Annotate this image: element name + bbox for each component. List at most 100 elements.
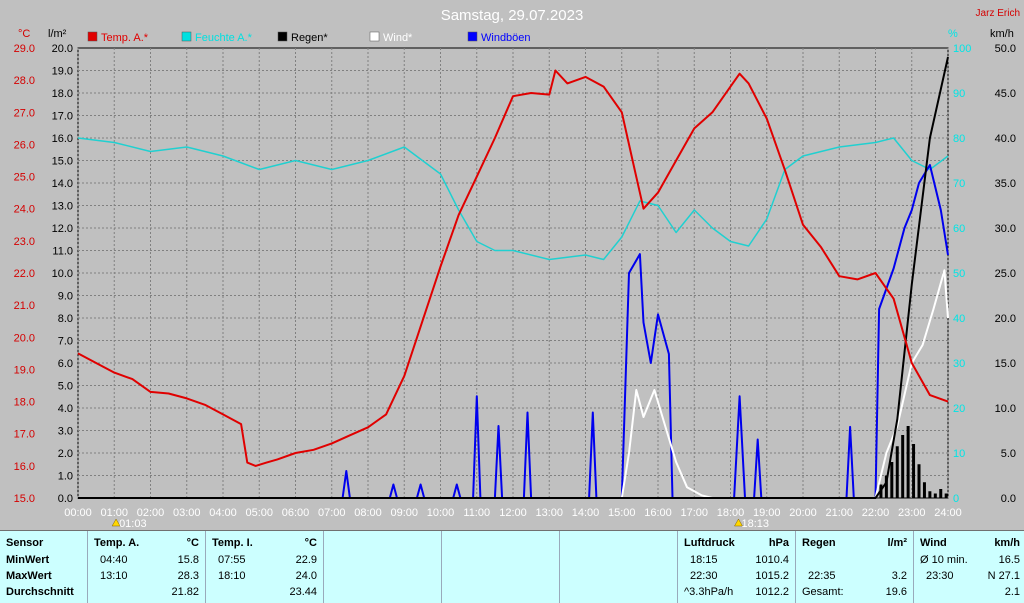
wind-axis-tick: 5.0 <box>1001 448 1016 460</box>
min-time: 07:55 <box>218 554 246 566</box>
x-tick-label: 08:00 <box>354 507 382 519</box>
legend-swatch <box>87 31 98 42</box>
max-value: N 27.1 <box>987 570 1020 582</box>
rain-axis-tick: 16.0 <box>52 133 73 145</box>
rain-axis-tick: 9.0 <box>58 291 73 303</box>
humidity-axis-tick: 90 <box>953 88 965 100</box>
group-unit: km/h <box>994 537 1020 549</box>
x-tick-label: 03:00 <box>173 507 201 519</box>
temp-axis-tick: 18.0 <box>14 397 35 409</box>
group-header: Luftdruck <box>684 537 735 549</box>
rain-axis-tick: 4.0 <box>58 403 73 415</box>
stats-group-wind: Wind km/h Ø 10 min. 16.5 23:30 N 27.1 2.… <box>914 531 1024 603</box>
stats-group-pressure: Luftdruck hPa 18:15 1010.4 22:30 1015.2 … <box>678 531 796 603</box>
statistics-table: Sensor MinWert MaxWert Durchschnitt Temp… <box>0 530 1024 603</box>
min-time: 18:15 <box>690 554 718 566</box>
time-marker-label: 18:13 <box>741 518 769 530</box>
total-value: 19.6 <box>885 586 907 598</box>
row-label-avg: Durchschnitt <box>6 586 74 598</box>
rain-bar <box>895 446 899 498</box>
rain-unit-label: l/m² <box>48 28 67 40</box>
avg-label: Ø 10 min. <box>920 554 968 566</box>
rain-bar <box>906 426 910 498</box>
x-tick-label: 22:00 <box>862 507 890 519</box>
humidity-axis-tick: 20 <box>953 403 965 415</box>
rain-axis-tick: 10.0 <box>52 268 73 280</box>
temp-axis-tick: 15.0 <box>14 493 35 505</box>
group-unit: hPa <box>768 537 789 549</box>
legend-swatch <box>467 31 478 42</box>
rain-axis-tick: 14.0 <box>52 178 73 190</box>
rain-axis-tick: 12.0 <box>52 223 73 235</box>
humidity-axis-tick: 100 <box>953 43 971 55</box>
legend-swatch <box>181 31 192 42</box>
rain-axis-tick: 13.0 <box>52 201 73 213</box>
sensor-column: Sensor MinWert MaxWert Durchschnitt <box>0 531 88 603</box>
wind-axis-tick: 45.0 <box>995 88 1016 100</box>
rain-bar <box>944 493 948 498</box>
chart-legend: Temp. A.* Feuchte A.* Regen* Wind* Windböen <box>87 31 531 44</box>
max-time: 22:30 <box>690 570 718 582</box>
legend-label: Windböen <box>481 32 531 44</box>
group-header: Regen <box>802 537 836 549</box>
temp-axis-tick: 16.0 <box>14 461 35 473</box>
humidity-axis-tick: 30 <box>953 358 965 370</box>
row-label-max: MaxWert <box>6 570 52 582</box>
humidity-axis-tick: 0 <box>953 493 959 505</box>
time-marker-label: 01:03 <box>119 518 147 530</box>
humidity-axis-tick: 10 <box>953 448 965 460</box>
sensor-header: Sensor <box>6 537 44 549</box>
x-tick-label: 13:00 <box>535 507 563 519</box>
x-tick-label: 04:00 <box>209 507 237 519</box>
weather-chart: Samstag, 29.07.2023 Jarz Erich °C l/m² %… <box>14 7 1020 530</box>
temp-axis-tick: 27.0 <box>14 107 35 119</box>
rain-bar <box>901 435 905 498</box>
max-time: 13:10 <box>100 570 128 582</box>
min-time: 04:40 <box>100 554 128 566</box>
stats-group-temp-outdoor: Temp. A. °C 04:40 15.8 13:10 28.3 21.82 <box>88 531 206 603</box>
wind-unit-label: km/h <box>990 28 1014 40</box>
temp-axis-tick: 22.0 <box>14 268 35 280</box>
temp-axis-tick: 24.0 <box>14 204 35 216</box>
rain-axis-tick: 2.0 <box>58 448 73 460</box>
rain-axis-tick: 8.0 <box>58 313 73 325</box>
wind-axis-tick: 25.0 <box>995 268 1016 280</box>
rain-axis-tick: 3.0 <box>58 426 73 438</box>
rain-bar <box>939 489 943 498</box>
group-unit: l/m² <box>887 537 907 549</box>
x-tick-label: 05:00 <box>245 507 273 519</box>
group-unit: °C <box>304 537 317 549</box>
max-value: 28.3 <box>177 570 199 582</box>
temp-axis-tick: 23.0 <box>14 236 35 248</box>
rain-axis-tick: 19.0 <box>52 66 73 78</box>
total-label: Gesamt: <box>802 586 844 598</box>
temp-axis-tick: 19.0 <box>14 364 35 376</box>
x-tick-label: 24:00 <box>934 507 962 519</box>
wind-axis-tick: 40.0 <box>995 133 1016 145</box>
x-tick-label: 00:00 <box>64 507 92 519</box>
rain-bar <box>928 491 932 498</box>
max-time: 22:35 <box>808 570 836 582</box>
rain-axis-tick: 5.0 <box>58 381 73 393</box>
temp-axis-tick: 17.0 <box>14 429 35 441</box>
wind-axis-tick: 35.0 <box>995 178 1016 190</box>
wind-axis-tick: 50.0 <box>995 43 1016 55</box>
rain-bar <box>922 482 926 498</box>
temp-axis-tick: 21.0 <box>14 300 35 312</box>
rain-axis-tick: 20.0 <box>52 43 73 55</box>
rain-axis-tick: 17.0 <box>52 111 73 123</box>
author-label: Jarz Erich <box>976 8 1020 19</box>
rain-axis-tick: 18.0 <box>52 88 73 100</box>
x-tick-label: 18:00 <box>717 507 745 519</box>
plot-area: 00:00 01:00 02:00 03:00 04:00 05:00 06:00 07:00… <box>14 43 1016 530</box>
stats-group-temp-indoor: Temp. I. °C 07:55 22.9 18:10 24.0 23.44 <box>206 531 324 603</box>
x-tick-label: 07:00 <box>318 507 346 519</box>
x-tick-label: 17:00 <box>680 507 708 519</box>
temp-unit-label: °C <box>18 28 30 40</box>
stats-empty-column <box>324 531 442 603</box>
rain-axis-tick: 1.0 <box>58 471 73 483</box>
avg-wind-value: 16.5 <box>998 554 1020 566</box>
temp-axis-tick: 26.0 <box>14 139 35 151</box>
humidity-axis-tick: 60 <box>953 223 965 235</box>
x-tick-label: 20:00 <box>789 507 817 519</box>
